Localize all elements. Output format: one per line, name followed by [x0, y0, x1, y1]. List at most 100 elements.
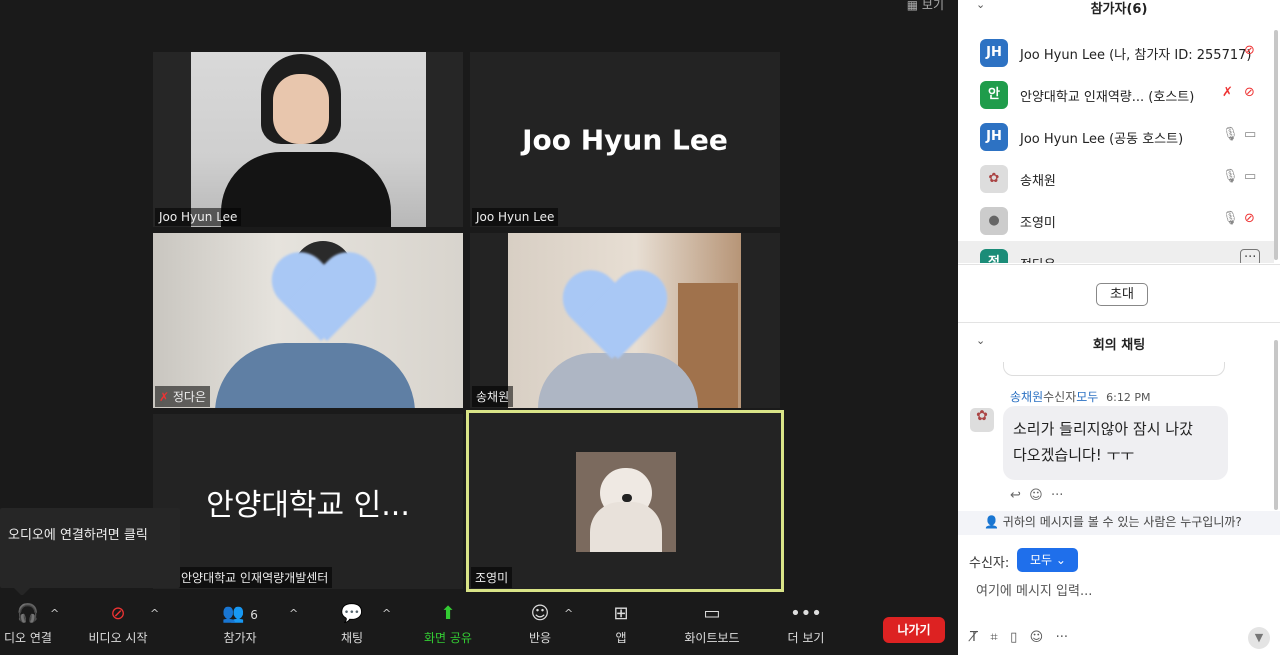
participant-row[interactable]: ✿ 송채원 🎙 ▭	[958, 157, 1274, 199]
screenshot-icon[interactable]: ⌗	[990, 630, 997, 645]
divider	[958, 322, 1280, 323]
leave-button[interactable]: 나가기	[883, 617, 945, 643]
avatar: JH	[980, 123, 1008, 151]
participant-video	[191, 52, 426, 227]
tile-name-label: 안양대학교 인재역량개발센터	[177, 567, 333, 588]
reactions-options-caret[interactable]: ^	[564, 607, 573, 620]
more-icon[interactable]: ···	[1051, 488, 1063, 503]
tile-name-label: 송채원	[472, 386, 514, 407]
video-off-icon: ⊘	[110, 603, 126, 624]
participant-name: 정다은	[1020, 254, 1056, 263]
mic-muted-icon: ✗	[1222, 85, 1233, 100]
file-icon[interactable]: ▯	[1010, 630, 1017, 645]
apps-button[interactable]: ⊞ 앱	[604, 603, 638, 646]
whiteboard-button[interactable]: ▭ 화이트보드	[676, 603, 748, 646]
privacy-heart-overlay	[271, 255, 371, 345]
recipient-select[interactable]: 모두 ⌄	[1017, 548, 1078, 572]
side-panel: ⌄ 참가자(6) JH Joo Hyun Lee (나, 참가자 ID: 255…	[958, 0, 1280, 655]
emoji-icon: ☺	[530, 603, 550, 624]
audio-tooltip: 오디오에 연결하려면 클릭	[0, 508, 180, 596]
chat-message-bubble: 소리가 들리지않아 잠시 나갔 다오겠습니다! ㅜㅜ	[1003, 406, 1228, 480]
sender-avatar: ✿	[970, 408, 994, 432]
invite-button[interactable]: 초대	[1096, 283, 1148, 306]
participant-name: 송채원	[1020, 174, 1056, 189]
emoji-icon[interactable]: ☺	[1029, 488, 1043, 503]
emoji-icon[interactable]: ☺	[1030, 630, 1044, 645]
shirt-shape	[215, 343, 415, 408]
tile-name-label: ✗ 정다은	[155, 386, 210, 407]
chat-input-tools: T̸ ⌗ ▯ ☺ ···	[970, 630, 1068, 645]
previous-message-edge	[1003, 362, 1225, 376]
dog-icon: ●	[988, 213, 1000, 228]
meeting-area: ▦ 보기 Joo Hyun Lee Joo Hyun Lee Joo Hyun …	[0, 0, 958, 655]
more-icon[interactable]: ···	[1240, 249, 1261, 263]
mic-icon: 🎙	[1222, 169, 1239, 184]
view-button[interactable]: ▦ 보기	[907, 0, 944, 13]
user-icon: 👤	[984, 515, 999, 529]
video-tile-6[interactable]: 조영미	[466, 410, 784, 592]
video-tile-1[interactable]: Joo Hyun Lee	[153, 52, 463, 227]
mic-icon: 🎙	[1222, 127, 1239, 142]
message-time: 6:12 PM	[1106, 391, 1151, 404]
participants-title: 참가자(6)	[1090, 2, 1148, 17]
reply-icon[interactable]: ↩	[1010, 488, 1021, 503]
participants-icon: 👥	[222, 603, 245, 624]
video-off-icon: ⊘	[1244, 211, 1255, 226]
avatar: 안	[980, 81, 1008, 109]
message-input[interactable]: 여기에 메시지 입력...	[976, 580, 1092, 599]
tile-display-name: 안양대학교 인...	[206, 487, 410, 523]
format-icon[interactable]: T̸	[970, 630, 978, 645]
grid-icon: ▦	[906, 0, 922, 12]
share-screen-button[interactable]: ⬆ 화면 공유	[418, 603, 478, 646]
avatar: ●	[980, 207, 1008, 235]
send-icon[interactable]: ▼	[1248, 627, 1270, 649]
participants-options-caret[interactable]: ^	[289, 607, 298, 620]
video-tile-4[interactable]: 송채원	[470, 233, 780, 408]
video-off-icon: ⊘	[1244, 43, 1255, 58]
video-icon: ▭	[1244, 169, 1257, 184]
video-icon: ▭	[1244, 127, 1257, 142]
tile-display-name: Joo Hyun Lee	[522, 123, 728, 156]
video-button[interactable]: ⊘ 비디오 시작	[82, 603, 154, 646]
participant-row[interactable]: JH Joo Hyun Lee (나, 참가자 ID: 255717) ⊘	[958, 31, 1274, 73]
avatar: JH	[980, 39, 1008, 67]
recipient-label: 수신자:	[969, 556, 1010, 571]
participant-name: 조영미	[1020, 216, 1056, 231]
participant-row[interactable]: JH Joo Hyun Lee (공동 호스트) 🎙 ▭	[958, 115, 1274, 157]
avatar-image-icon: ✿	[988, 171, 1000, 186]
sender-name[interactable]: 송채원	[1010, 390, 1043, 404]
mic-muted-icon: ✗	[159, 390, 173, 404]
chat-options-caret[interactable]: ^	[382, 607, 391, 620]
chat-button[interactable]: 💬 채팅	[330, 603, 374, 646]
participant-row[interactable]: 정 정다은 ···	[958, 241, 1274, 263]
video-tile-5[interactable]: 안양대학교 인... 안양대학교 인재역량개발센터	[153, 414, 463, 589]
chat-scrollbar[interactable]	[1274, 340, 1278, 510]
participants-button[interactable]: 👥 6 참가자	[214, 603, 266, 646]
more-icon: •••	[790, 603, 822, 624]
audio-options-caret[interactable]: ^	[50, 607, 59, 620]
share-screen-icon: ⬆	[440, 603, 456, 624]
video-tile-2[interactable]: Joo Hyun Lee Joo Hyun Lee	[470, 52, 780, 227]
participant-name: Joo Hyun Lee (공동 호스트)	[1020, 132, 1184, 147]
reactions-button[interactable]: ☺ 반응	[520, 603, 560, 646]
participant-row[interactable]: 안 안양대학교 인재역량... (호스트) ✗ ⊘	[958, 73, 1274, 115]
meeting-toolbar: 🎧 디오 연결 ^ ⊘ 비디오 시작 ^ 👥 6 참가자 ^ 💬 채팅 ^ ⬆ …	[0, 595, 958, 655]
chat-title: 회의 채팅	[1092, 338, 1146, 353]
participants-scrollbar[interactable]	[1274, 30, 1278, 260]
chat-icon: 💬	[340, 603, 364, 624]
participant-row[interactable]: ● 조영미 🎙 ⊘	[958, 199, 1274, 241]
avatar: 정	[980, 249, 1008, 263]
visibility-notice[interactable]: 👤 귀하의 메시지를 볼 수 있는 사람은 누구입니까?	[958, 511, 1280, 535]
recipient-name[interactable]: 모두	[1076, 390, 1098, 404]
avatar: ✿	[980, 165, 1008, 193]
tile-name-label: 조영미	[471, 567, 513, 588]
privacy-heart-overlay	[562, 273, 662, 363]
apps-icon: ⊞	[613, 603, 629, 624]
mic-icon: 🎙	[1222, 211, 1239, 226]
video-options-caret[interactable]: ^	[150, 607, 159, 620]
whiteboard-icon: ▭	[703, 603, 721, 624]
video-tile-3[interactable]: ✗ 정다은	[153, 233, 463, 408]
more-button[interactable]: ••• 더 보기	[782, 603, 830, 646]
tile-name-label: Joo Hyun Lee	[155, 208, 242, 226]
more-icon[interactable]: ···	[1056, 630, 1068, 645]
